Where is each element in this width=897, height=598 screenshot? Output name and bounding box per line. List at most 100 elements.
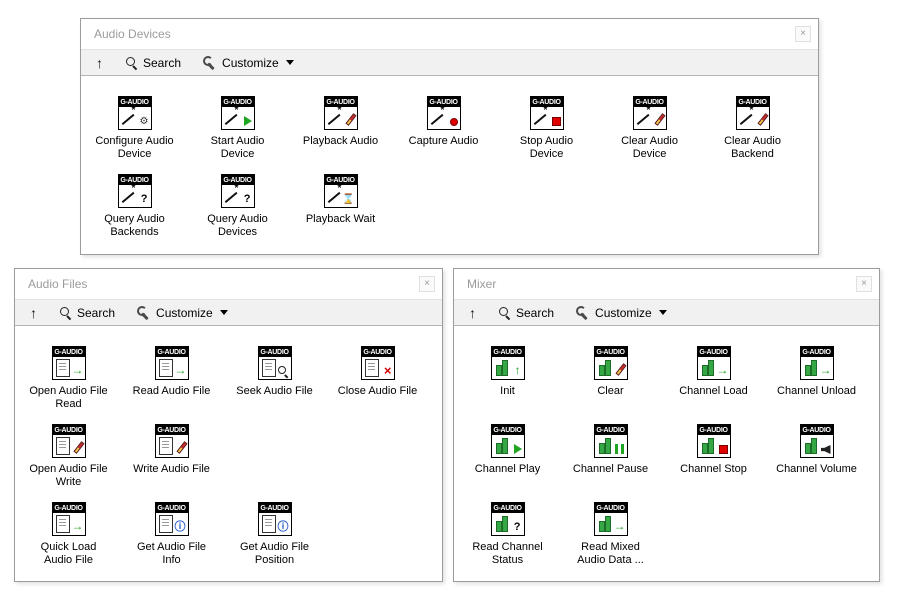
toolbar: ↑ Search Customize — [81, 49, 818, 76]
palette-item-get-audio-file-position[interactable]: G-AUDIOⓘGet Audio File Position — [223, 502, 326, 567]
search-button[interactable]: Search — [498, 306, 554, 320]
icon-banner: G-AUDIO — [492, 425, 524, 435]
info-accent-icon: ⓘ — [175, 522, 186, 533]
query-audio-backends-icon: G-AUDIO? — [118, 174, 152, 208]
palette-item-playback-wait[interactable]: G-AUDIO⌛Playback Wait — [289, 174, 392, 226]
palette-item-write-audio-file[interactable]: G-AUDIOWrite Audio File — [120, 424, 223, 476]
channel-load-icon: G-AUDIO→ — [697, 346, 731, 380]
close-button[interactable]: × — [856, 276, 872, 292]
close-button[interactable]: × — [795, 26, 811, 42]
palette-item-close-audio-file[interactable]: G-AUDIO×Close Audio File — [326, 346, 429, 398]
palette-item-get-audio-file-info[interactable]: G-AUDIOⓘGet Audio File Info — [120, 502, 223, 567]
up-button[interactable]: ↑ — [96, 56, 103, 70]
palette-item-channel-load[interactable]: G-AUDIO→Channel Load — [662, 346, 765, 398]
file-glyph: → — [53, 357, 85, 379]
palette-row: G-AUDIO?Query Audio BackendsG-AUDIO?Quer… — [83, 174, 818, 252]
close-icon: × — [800, 29, 806, 39]
item-label: Get Audio File Position — [233, 541, 317, 567]
audio-devices-window: Audio Devices × ↑ Search Customize G-AUD… — [80, 18, 819, 255]
icon-banner: G-AUDIO — [362, 347, 394, 357]
up-button[interactable]: ↑ — [30, 306, 37, 320]
palette-item-read-channel-status[interactable]: G-AUDIO?Read Channel Status — [456, 502, 559, 567]
palette-item-open-audio-file-read[interactable]: G-AUDIO→Open Audio File Read — [17, 346, 120, 411]
item-label: Read Mixed Audio Data ... — [569, 541, 653, 567]
item-label: Stop Audio Device — [505, 135, 589, 161]
search-button[interactable]: Search — [59, 306, 115, 320]
palette-item-read-mixed-audio-data[interactable]: G-AUDIO→Read Mixed Audio Data ... — [559, 502, 662, 567]
item-label: Channel Unload — [777, 385, 856, 398]
arrow-right-accent-icon: → — [72, 520, 84, 532]
get-audio-file-info-icon: G-AUDIOⓘ — [155, 502, 189, 536]
palette-item-clear-audio-backend[interactable]: G-AUDIOClear Audio Backend — [701, 96, 804, 161]
palette-item-channel-play[interactable]: G-AUDIOChannel Play — [456, 424, 559, 476]
palette-item-channel-pause[interactable]: G-AUDIOChannel Pause — [559, 424, 662, 476]
question-accent-icon: ? — [244, 194, 251, 205]
wrench-icon — [576, 306, 590, 320]
write-audio-file-icon: G-AUDIO — [155, 424, 189, 458]
palette-row: G-AUDIO→Open Audio File ReadG-AUDIO→Read… — [17, 346, 442, 424]
playback-audio-icon: G-AUDIO — [324, 96, 358, 130]
palette-item-capture-audio[interactable]: G-AUDIOCapture Audio — [392, 96, 495, 148]
stop-accent-icon — [552, 117, 561, 126]
palette-item-init[interactable]: G-AUDIO↑Init — [456, 346, 559, 398]
palette-item-seek-audio-file[interactable]: G-AUDIOSeek Audio File — [223, 346, 326, 398]
bars-glyph — [595, 435, 627, 457]
palette-item-clear-audio-device[interactable]: G-AUDIOClear Audio Device — [598, 96, 701, 161]
search-icon — [125, 56, 138, 69]
palette-item-query-audio-backends[interactable]: G-AUDIO?Query Audio Backends — [83, 174, 186, 239]
wrench-icon — [137, 306, 151, 320]
palette-item-start-audio-device[interactable]: G-AUDIO Start Audio Device — [186, 96, 289, 161]
magnify-accent-icon — [278, 366, 290, 378]
title-bar: Audio Devices × — [81, 19, 818, 49]
palette-item-clear[interactable]: G-AUDIOClear — [559, 346, 662, 398]
file-glyph: ⓘ — [259, 513, 291, 535]
start-audio-device-icon: G-AUDIO — [221, 96, 255, 130]
palette-item-open-audio-file-write[interactable]: G-AUDIOOpen Audio File Write — [17, 424, 120, 489]
channel-volume-icon: G-AUDIO — [800, 424, 834, 458]
close-icon: × — [861, 279, 867, 289]
query-audio-devices-icon: G-AUDIO? — [221, 174, 255, 208]
customize-button[interactable]: Customize — [576, 306, 667, 320]
palette-row: G-AUDIO?Read Channel StatusG-AUDIO→Read … — [456, 502, 879, 580]
pencil-accent-icon — [654, 113, 665, 126]
palette-item-channel-stop[interactable]: G-AUDIOChannel Stop — [662, 424, 765, 476]
wand-glyph: ⚙ — [119, 107, 151, 129]
item-label: Start Audio Device — [196, 135, 280, 161]
palette-item-read-audio-file[interactable]: G-AUDIO→Read Audio File — [120, 346, 223, 398]
close-icon: × — [424, 279, 430, 289]
palette-row: G-AUDIOOpen Audio File WriteG-AUDIOWrite… — [17, 424, 442, 502]
chevron-down-icon — [220, 310, 228, 315]
close-button[interactable]: × — [419, 276, 435, 292]
customize-button[interactable]: Customize — [137, 306, 228, 320]
bars-glyph — [801, 435, 833, 457]
question-accent-icon: ? — [141, 194, 148, 205]
palette-item-channel-volume[interactable]: G-AUDIOChannel Volume — [765, 424, 868, 476]
arrow-right-accent-icon: → — [175, 364, 187, 376]
file-glyph — [53, 435, 85, 457]
chevron-down-icon — [286, 60, 294, 65]
palette-item-stop-audio-device[interactable]: G-AUDIO Stop Audio Device — [495, 96, 598, 161]
stop-audio-device-icon: G-AUDIO — [530, 96, 564, 130]
toolbar: ↑ Search Customize — [15, 299, 442, 326]
palette-item-query-audio-devices[interactable]: G-AUDIO? Query Audio Devices — [186, 174, 289, 239]
palette-item-configure-audio-device[interactable]: G-AUDIO⚙Configure Audio Device — [83, 96, 186, 161]
item-label: Init — [500, 385, 515, 398]
item-label: Playback Audio — [303, 135, 378, 148]
icon-banner: G-AUDIO — [53, 503, 85, 513]
palette-item-channel-unload[interactable]: G-AUDIO→Channel Unload — [765, 346, 868, 398]
audio-files-window: Audio Files × ↑ Search Customize G-AUDIO… — [14, 268, 443, 582]
title-bar: Mixer × — [454, 269, 879, 299]
wand-glyph — [222, 107, 254, 129]
bars-glyph: ? — [492, 513, 524, 535]
pencil-accent-icon — [345, 113, 356, 126]
palette-row: G-AUDIO→Quick Load Audio FileG-AUDIOⓘGet… — [17, 502, 442, 580]
palette-item-quick-load-audio-file[interactable]: G-AUDIO→Quick Load Audio File — [17, 502, 120, 567]
palette-item-playback-audio[interactable]: G-AUDIO Playback Audio — [289, 96, 392, 148]
file-glyph — [259, 357, 291, 379]
item-label: Query Audio Devices — [196, 213, 280, 239]
up-button[interactable]: ↑ — [469, 306, 476, 320]
search-button[interactable]: Search — [125, 56, 181, 70]
customize-label: Customize — [595, 306, 652, 320]
icon-banner: G-AUDIO — [259, 347, 291, 357]
customize-button[interactable]: Customize — [203, 56, 294, 70]
